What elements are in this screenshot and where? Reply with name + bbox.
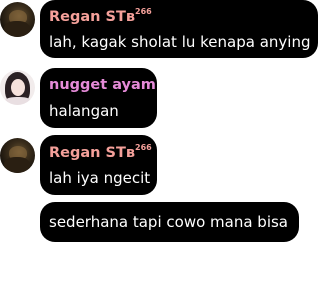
message-bubble[interactable]: Regan STʙ266 lah, kagak sholat lu kenapa…	[40, 0, 318, 58]
message-text: sederhana tapi cowo mana bisa	[49, 213, 288, 231]
message-bubble[interactable]: nugget ayam halangan	[40, 68, 157, 128]
message-bubble[interactable]: Regan STʙ266 lah iya ngecit	[40, 135, 157, 195]
message-text: halangan	[49, 102, 119, 120]
sender-avatar[interactable]	[0, 138, 35, 173]
avatar-face	[11, 79, 25, 96]
avatar-shoulders	[3, 97, 33, 105]
sender-badge: 266	[135, 7, 152, 16]
sender-avatar[interactable]	[0, 2, 35, 37]
sender-name[interactable]: Regan STʙ266	[49, 143, 152, 161]
sender-badge: 266	[135, 143, 152, 152]
message-bubble[interactable]: sederhana tapi cowo mana bisa	[40, 202, 299, 242]
message-text: lah, kagak sholat lu kenapa anying	[49, 33, 311, 51]
avatar-body	[4, 157, 30, 173]
avatar-body	[4, 21, 30, 37]
sender-name[interactable]: Regan STʙ266	[49, 7, 152, 25]
sender-avatar[interactable]	[0, 70, 35, 105]
sender-name[interactable]: nugget ayam	[49, 77, 156, 93]
message-text: lah iya ngecit	[49, 169, 151, 187]
